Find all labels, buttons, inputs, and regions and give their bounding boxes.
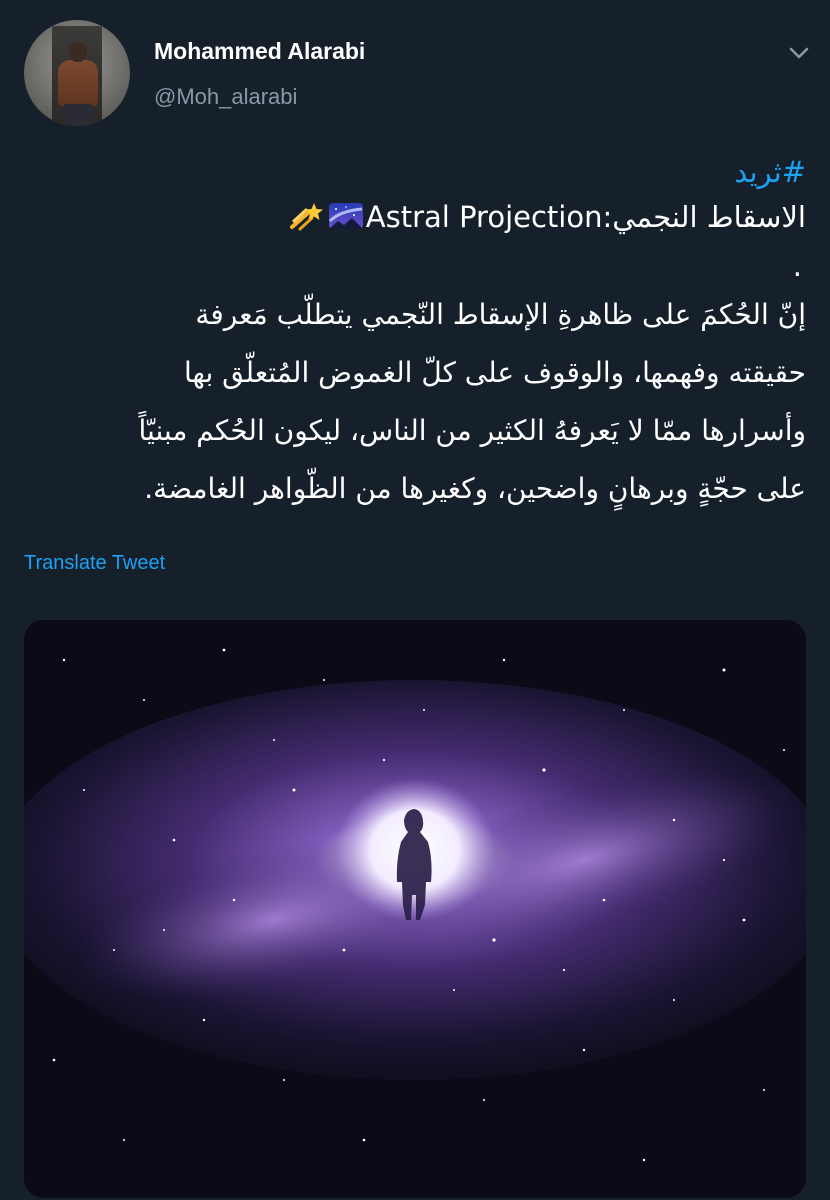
user-handle[interactable]: @Moh_alarabi — [154, 84, 297, 110]
shooting-star-icon — [289, 199, 324, 244]
tweet-line: إنّ الحُكمَ على ظاهرةِ الإسقاط النّجمي ي… — [195, 298, 806, 331]
tweet-dot: . — [792, 249, 802, 283]
translate-tweet-link[interactable]: Translate Tweet — [24, 552, 165, 575]
user-name[interactable]: Mohammed Alarabi — [154, 38, 365, 65]
hashtag-link[interactable]: #ثريد — [734, 155, 806, 189]
tweet-text: #ثريد الاسقاط النجمي:Astral Projection . — [24, 150, 806, 518]
tweet-title-line: الاسقاط النجمي:Astral Projection — [24, 195, 806, 244]
tweet-line: حقيقته وفهمها، والوقوف على كلّ الغموض ال… — [184, 356, 806, 389]
tweet-line: على حجّةٍ وبرهانٍ واضحين، وكغيرها من الظ… — [144, 472, 806, 505]
tweet: Mohammed Alarabi @Moh_alarabi #ثريد الاس… — [0, 0, 830, 1200]
tweet-image[interactable] — [24, 620, 806, 1198]
avatar[interactable] — [24, 20, 130, 126]
tweet-line: وأسرارها ممّا لا يَعرفهُ الكثير من الناس… — [138, 414, 806, 447]
chevron-down-icon[interactable] — [786, 40, 812, 66]
milky-way-icon — [328, 199, 364, 244]
tweet-title: الاسقاط النجمي:Astral Projection — [365, 200, 806, 234]
tweet-paragraph: إنّ الحُكمَ على ظاهرةِ الإسقاط النّجمي ي… — [24, 286, 806, 518]
